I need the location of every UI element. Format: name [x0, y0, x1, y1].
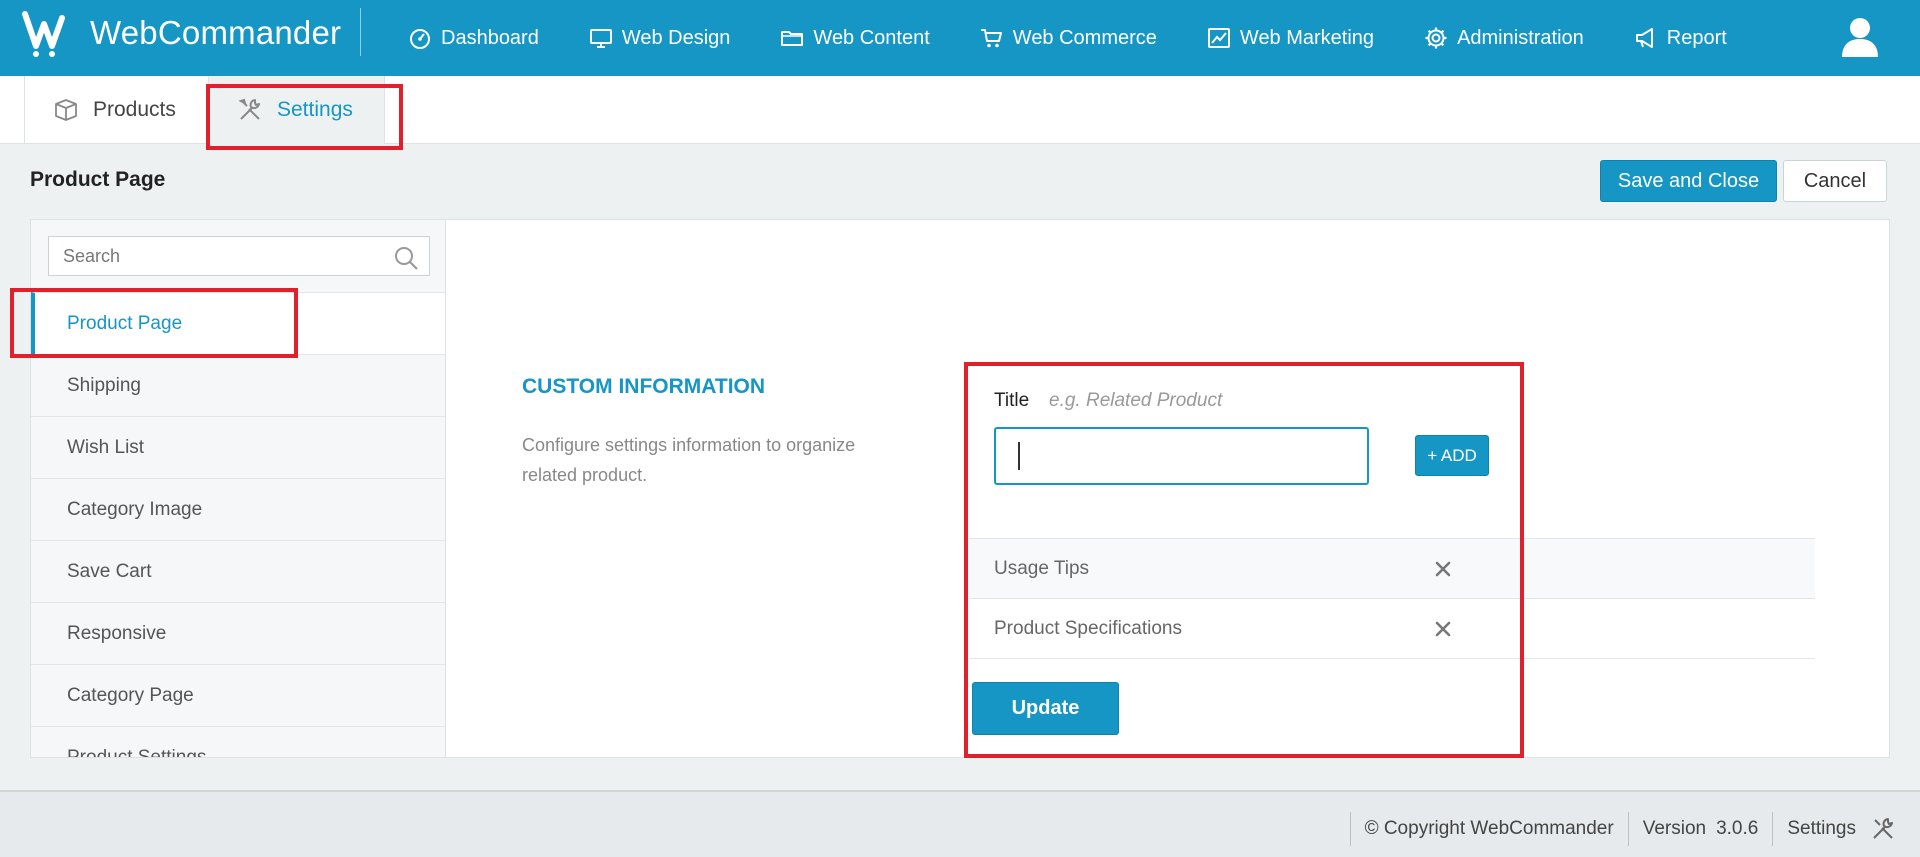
nav-report[interactable]: Report — [1634, 26, 1727, 50]
cart-icon — [980, 29, 1002, 48]
nav-web-content-label: Web Content — [813, 26, 930, 49]
footer-separator — [1772, 812, 1774, 846]
nav-administration[interactable]: Administration — [1424, 26, 1584, 50]
nav-web-marketing-label: Web Marketing — [1239, 26, 1375, 49]
text-caret — [1018, 442, 1020, 470]
gear-icon — [1425, 27, 1447, 49]
nav-administration-label: Administration — [1457, 26, 1584, 49]
info-entry-row: Usage Tips — [969, 538, 1815, 598]
title-field-label: Title — [994, 390, 1030, 411]
sidebar-item-category-page[interactable]: Category Page — [31, 664, 445, 726]
main-nav: Dashboard Web Design Web Content Web Com… — [408, 0, 1777, 76]
footer-info: © Copyright WebCommander Version 3.0.6 S… — [1336, 812, 1896, 846]
logo-w-icon — [22, 11, 65, 57]
settings-panel: Product Page Shipping Wish List Category… — [30, 219, 1890, 758]
section-title: CUSTOM INFORMATION — [522, 375, 766, 398]
nav-web-design-label: Web Design — [621, 26, 731, 49]
version-label: Version — [1642, 818, 1707, 839]
tab-products-label: Products — [93, 98, 176, 121]
sidebar-menu: Product Page Shipping Wish List Category… — [31, 292, 445, 757]
info-entry-label: Usage Tips — [994, 557, 1090, 579]
top-navbar: WebCommander Dashboard Web Design Web Co… — [0, 0, 1920, 76]
footer-separator — [1349, 812, 1351, 846]
entries-divider — [969, 658, 1815, 659]
page-title: Product Page — [30, 168, 166, 191]
sidebar-item-product-page[interactable]: Product Page — [31, 292, 445, 354]
footer-separator — [1627, 812, 1629, 846]
sidebar-search — [48, 236, 430, 276]
cancel-button[interactable]: Cancel — [1783, 160, 1887, 202]
nav-web-commerce[interactable]: Web Commerce — [980, 26, 1157, 50]
sidebar-item-category-image[interactable]: Category Image — [31, 478, 445, 540]
user-icon[interactable] — [1840, 16, 1880, 58]
tab-products[interactable]: Products — [24, 76, 209, 144]
footer-settings-link[interactable]: Settings — [1787, 818, 1856, 840]
section-description: Configure settings information to organi… — [522, 435, 856, 485]
remove-icon[interactable] — [1431, 557, 1455, 581]
nav-dashboard[interactable]: Dashboard — [408, 26, 539, 50]
remove-icon[interactable] — [1431, 617, 1455, 641]
title-input[interactable] — [994, 427, 1369, 485]
info-entry-row: Product Specifications — [969, 598, 1815, 658]
tab-settings-label: Settings — [277, 98, 353, 121]
copyright-text: © Copyright WebCommander — [1364, 818, 1614, 839]
logo-divider — [360, 8, 361, 56]
nav-web-design[interactable]: Web Design — [589, 26, 731, 50]
info-entry-label: Product Specifications — [994, 617, 1182, 639]
box-icon — [55, 99, 77, 121]
module-tabs: Products Settings — [0, 76, 1920, 144]
chart-image-icon — [1207, 28, 1230, 48]
save-and-close-button[interactable]: Save and Close — [1600, 160, 1777, 202]
search-input[interactable] — [49, 245, 379, 267]
title-field-hint: e.g. Related Product — [1049, 390, 1223, 411]
tab-settings[interactable]: Settings — [208, 76, 385, 144]
version-number: 3.0.6 — [1716, 818, 1759, 839]
folder-icon — [781, 31, 804, 46]
tools-icon[interactable] — [1870, 816, 1896, 842]
add-button[interactable]: + ADD — [1415, 435, 1489, 476]
dashboard-gauge-icon — [410, 29, 430, 49]
nav-report-label: Report — [1666, 26, 1727, 49]
settings-content: CUSTOM INFORMATION Configure settings in… — [446, 220, 1889, 757]
monitor-icon — [589, 29, 612, 48]
nav-web-marketing[interactable]: Web Marketing — [1207, 26, 1374, 50]
brand-name: WebCommander — [90, 14, 342, 51]
update-button[interactable]: Update — [972, 682, 1119, 735]
sidebar-item-save-cart[interactable]: Save Cart — [31, 540, 445, 602]
webcommander-logo[interactable]: WebCommander — [22, 8, 341, 58]
settings-sidebar: Product Page Shipping Wish List Category… — [31, 220, 446, 757]
search-icon[interactable] — [393, 245, 419, 271]
sidebar-item-wish-list[interactable]: Wish List — [31, 416, 445, 478]
tools-icon — [238, 98, 260, 120]
nav-dashboard-label: Dashboard — [441, 26, 539, 49]
footer: © Copyright WebCommander Version 3.0.6 S… — [0, 790, 1920, 857]
nav-web-commerce-label: Web Commerce — [1012, 26, 1157, 49]
sidebar-item-shipping[interactable]: Shipping — [31, 354, 445, 416]
megaphone-icon — [1635, 28, 1653, 48]
sidebar-item-product-settings[interactable]: Product Settings — [31, 726, 445, 757]
nav-web-content[interactable]: Web Content — [780, 26, 930, 50]
sidebar-item-responsive[interactable]: Responsive — [31, 602, 445, 664]
